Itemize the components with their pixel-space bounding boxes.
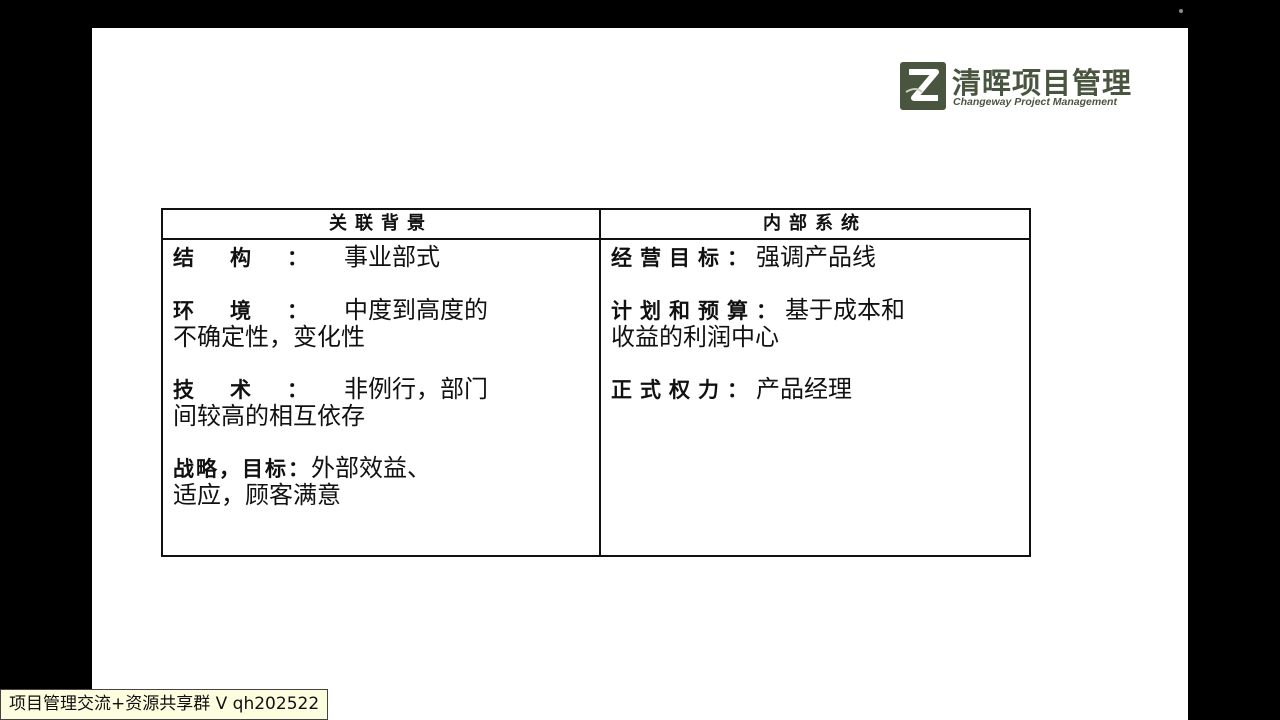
item-label: 经营目标： — [611, 246, 756, 270]
column-body-right: 经营目标：强调产品线 计划和预算：基于成本和 收益的利润中心 正式权力：产品经理 — [601, 240, 1029, 403]
list-item: 环境：中度到高度的 不确定性，变化性 — [173, 297, 589, 350]
cursor-dot — [1179, 9, 1183, 13]
item-value: 强调产品线 — [756, 243, 876, 271]
logo-mark-icon — [900, 62, 946, 110]
item-continuation: 间较高的相互依存 — [173, 402, 365, 430]
logo-english-text: Changeway Project Management — [953, 96, 1117, 108]
item-value: 产品经理 — [756, 375, 852, 403]
item-value: 事业部式 — [344, 243, 440, 271]
item-continuation: 收益的利润中心 — [611, 323, 779, 351]
column-header-left: 关联背景 — [163, 210, 599, 240]
slide: 清晖项目管理 Changeway Project Management 关联背景… — [92, 28, 1188, 720]
item-label: 正式权力： — [611, 378, 756, 402]
item-label: 环境： — [173, 299, 344, 323]
column-body-left: 结构：事业部式 环境：中度到高度的 不确定性，变化性 技术：非例行，部门 间较高… — [163, 240, 599, 508]
logo: 清晖项目管理 Changeway Project Management — [900, 62, 1131, 114]
item-label: 结构： — [173, 246, 344, 270]
list-item: 经营目标：强调产品线 — [611, 244, 1019, 271]
item-label: 技术： — [173, 378, 344, 402]
item-label: 战略，目标： — [173, 457, 311, 481]
list-item: 战略，目标：外部效益、 适应，顾客满意 — [173, 455, 589, 508]
item-value: 非例行，部门 — [344, 375, 488, 403]
item-value: 外部效益、 — [311, 454, 431, 482]
item-continuation: 不确定性，变化性 — [173, 323, 365, 351]
item-continuation: 适应，顾客满意 — [173, 481, 341, 509]
comparison-table: 关联背景 结构：事业部式 环境：中度到高度的 不确定性，变化性 技术：非例行，部… — [161, 208, 1031, 557]
list-item: 技术：非例行，部门 间较高的相互依存 — [173, 376, 589, 429]
table-column-right: 内部系统 经营目标：强调产品线 计划和预算：基于成本和 收益的利润中心 正式权力… — [601, 210, 1029, 555]
list-item: 结构：事业部式 — [173, 244, 589, 271]
column-header-right: 内部系统 — [601, 210, 1029, 240]
list-item: 正式权力：产品经理 — [611, 376, 1019, 403]
watermark-banner: 项目管理交流+资源共享群 V qh202522 — [0, 689, 329, 720]
list-item: 计划和预算：基于成本和 收益的利润中心 — [611, 297, 1019, 350]
table-column-left: 关联背景 结构：事业部式 环境：中度到高度的 不确定性，变化性 技术：非例行，部… — [163, 210, 601, 555]
item-value: 基于成本和 — [785, 296, 905, 324]
item-label: 计划和预算： — [611, 299, 785, 323]
item-value: 中度到高度的 — [344, 296, 488, 324]
screen: 清晖项目管理 Changeway Project Management 关联背景… — [0, 0, 1280, 720]
